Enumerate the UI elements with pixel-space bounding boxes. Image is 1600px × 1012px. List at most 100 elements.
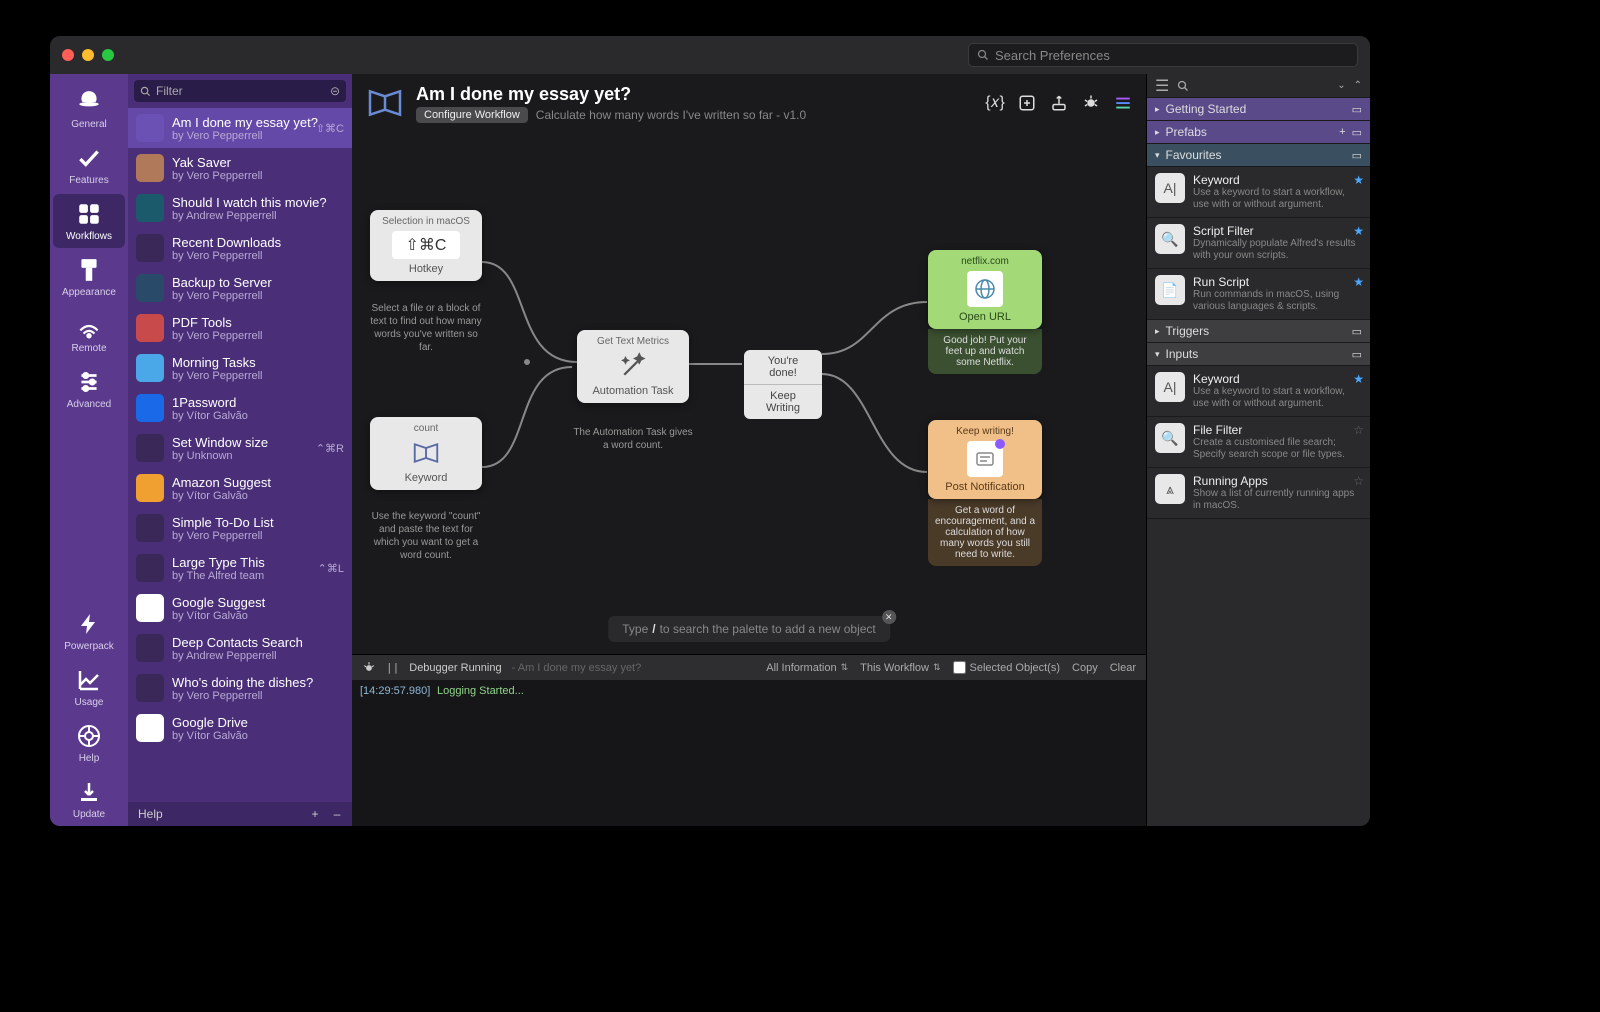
debug-bug-icon[interactable]	[362, 661, 376, 675]
filter-options-icon[interactable]: ⊝	[330, 84, 340, 98]
workflow-canvas[interactable]: Selection in macOS ⇧⌘C Hotkey Select a f…	[352, 132, 1146, 654]
window-icon[interactable]: ▭	[1352, 348, 1362, 361]
workflow-item-author: by Vítor Galvão	[172, 490, 344, 502]
section-getting-started[interactable]: ▸Getting Started▭	[1147, 98, 1370, 121]
workflow-item[interactable]: Google Suggest by Vítor Galvão	[128, 588, 352, 628]
favourite-star-icon[interactable]: ★	[1353, 372, 1364, 386]
palette-item-desc: Use a keyword to start a workflow, use w…	[1193, 386, 1362, 410]
workflow-item[interactable]: 1Password by Vítor Galvão	[128, 388, 352, 428]
collapse-up-icon[interactable]: ⌃	[1354, 80, 1362, 91]
tab-workflows[interactable]: Workflows	[53, 194, 125, 248]
list-icon[interactable]: ☰	[1155, 76, 1169, 96]
window-icon[interactable]: ▭	[1352, 149, 1362, 162]
window-icon[interactable]: ▭	[1352, 126, 1362, 139]
notification-icon	[967, 441, 1003, 477]
close-hint-button[interactable]: ✕	[882, 610, 896, 624]
help-button[interactable]: Help	[138, 807, 163, 821]
node-metrics[interactable]: Get Text Metrics Automation Task	[577, 330, 689, 403]
tab-remote[interactable]: Remote	[53, 306, 125, 360]
workflow-item[interactable]: Morning Tasks by Vero Pepperrell	[128, 348, 352, 388]
add-object-icon[interactable]	[1016, 92, 1038, 114]
favourite-star-icon[interactable]: ☆	[1353, 474, 1364, 488]
minimize-button[interactable]	[82, 49, 94, 61]
node-hotkey[interactable]: Selection in macOS ⇧⌘C Hotkey	[370, 210, 482, 281]
workflow-item[interactable]: Am I done my essay yet? by Vero Pepperre…	[128, 108, 352, 148]
section-triggers[interactable]: ▸Triggers▭	[1147, 320, 1370, 343]
clear-log-button[interactable]: Clear	[1110, 662, 1136, 674]
workflow-item[interactable]: Backup to Server by Vero Pepperrell	[128, 268, 352, 308]
debug-icon[interactable]	[1080, 92, 1102, 114]
section-favourites[interactable]: ▾Favourites▭	[1147, 144, 1370, 167]
workflow-filter-input[interactable]: Filter ⊝	[134, 80, 346, 102]
configure-workflow-button[interactable]: Configure Workflow	[416, 107, 528, 123]
tab-features[interactable]: Features	[53, 138, 125, 192]
plus-icon[interactable]: +	[1339, 126, 1345, 139]
workflow-item[interactable]: Amazon Suggest by Vítor Galvão	[128, 468, 352, 508]
window-icon[interactable]: ▭	[1352, 325, 1362, 338]
workflow-item[interactable]: Recent Downloads by Vero Pepperrell	[128, 228, 352, 268]
palette-item[interactable]: 📄 Run Script Run commands in macOS, usin…	[1147, 269, 1370, 320]
palette-item[interactable]: A| Keyword Use a keyword to start a work…	[1147, 366, 1370, 417]
palette-search-icon[interactable]	[1177, 80, 1189, 92]
palette-item[interactable]: ⩓ Running Apps Show a list of currently …	[1147, 468, 1370, 519]
add-workflow-button[interactable]: +	[306, 805, 324, 823]
debugger-bar: || Debugger Running - Am I done my essay…	[352, 654, 1146, 680]
workflow-item-author: by Vero Pepperrell	[172, 250, 344, 262]
palette-item[interactable]: 🔍 Script Filter Dynamically populate Alf…	[1147, 218, 1370, 269]
tab-advanced[interactable]: Advanced	[53, 362, 125, 416]
workflow-item[interactable]: PDF Tools by Vero Pepperrell	[128, 308, 352, 348]
tab-general[interactable]: General	[53, 82, 125, 136]
tab-help[interactable]: Help	[53, 716, 125, 770]
variables-icon[interactable]: {𝑥}	[984, 92, 1006, 114]
section-inputs[interactable]: ▾Inputs▭	[1147, 343, 1370, 366]
palette-item[interactable]: A| Keyword Use a keyword to start a work…	[1147, 167, 1370, 218]
node-open-url[interactable]: netflix.com Open URL	[928, 250, 1042, 329]
section-prefabs[interactable]: ▸Prefabs+▭	[1147, 121, 1370, 144]
workflow-item[interactable]: Yak Saver by Vero Pepperrell	[128, 148, 352, 188]
traffic-lights	[62, 49, 114, 61]
workflow-item-icon	[136, 354, 164, 382]
workflow-item[interactable]: Google Drive by Vítor Galvão	[128, 708, 352, 748]
debug-filter-scope[interactable]: This Workflow ⇅	[860, 662, 940, 674]
workflow-item[interactable]: Deep Contacts Search by Andrew Pepperrel…	[128, 628, 352, 668]
window-icon[interactable]: ▭	[1352, 103, 1362, 116]
tab-appearance[interactable]: Appearance	[53, 250, 125, 304]
wand-icon	[618, 351, 648, 381]
close-button[interactable]	[62, 49, 74, 61]
workflow-item[interactable]: Large Type This by The Alfred team ⌃⌘L	[128, 548, 352, 588]
selected-objects-checkbox[interactable]: Selected Object(s)	[953, 661, 1060, 674]
workflow-list-footer: Help + –	[128, 802, 352, 826]
export-icon[interactable]	[1048, 92, 1070, 114]
workflow-item-icon	[136, 234, 164, 262]
palette-item[interactable]: 🔍 File Filter Create a customised file s…	[1147, 417, 1370, 468]
remove-workflow-button[interactable]: –	[328, 805, 346, 823]
workflow-item[interactable]: Who's doing the dishes? by Vero Pepperre…	[128, 668, 352, 708]
workflow-item-icon	[136, 314, 164, 342]
workflow-item[interactable]: Simple To-Do List by Vero Pepperrell	[128, 508, 352, 548]
favourite-star-icon[interactable]: ☆	[1353, 423, 1364, 437]
workflow-item-title: Morning Tasks	[172, 355, 344, 370]
node-conditional[interactable]: You're done! Keep Writing	[744, 350, 822, 419]
workflow-item[interactable]: Should I watch this movie? by Andrew Pep…	[128, 188, 352, 228]
tab-powerpack[interactable]: Powerpack	[53, 604, 125, 658]
tab-usage[interactable]: Usage	[53, 660, 125, 714]
workflow-item-author: by Vero Pepperrell	[172, 330, 344, 342]
workflow-description: Calculate how many words I've written so…	[536, 108, 806, 122]
node-notification[interactable]: Keep writing! Post Notification	[928, 420, 1042, 499]
debug-filter-level[interactable]: All Information ⇅	[766, 662, 848, 674]
palette-toolbar: ☰ ⌄ ⌃	[1147, 74, 1370, 98]
favourite-star-icon[interactable]: ★	[1353, 224, 1364, 238]
copy-log-button[interactable]: Copy	[1072, 662, 1098, 674]
tab-update[interactable]: Update	[53, 772, 125, 826]
pause-icon[interactable]: ||	[386, 661, 399, 674]
search-preferences-input[interactable]: Search Preferences	[968, 43, 1358, 67]
palette-toggle-icon[interactable]	[1112, 92, 1134, 114]
book-icon	[411, 438, 441, 468]
workflow-item[interactable]: Set Window size by Unknown ⌃⌘R	[128, 428, 352, 468]
favourite-star-icon[interactable]: ★	[1353, 173, 1364, 187]
favourite-star-icon[interactable]: ★	[1353, 275, 1364, 289]
collapse-down-icon[interactable]: ⌄	[1337, 80, 1345, 91]
node-keyword[interactable]: count Keyword	[370, 417, 482, 490]
maximize-button[interactable]	[102, 49, 114, 61]
canvas-area: Am I done my essay yet? Configure Workfl…	[352, 74, 1146, 826]
